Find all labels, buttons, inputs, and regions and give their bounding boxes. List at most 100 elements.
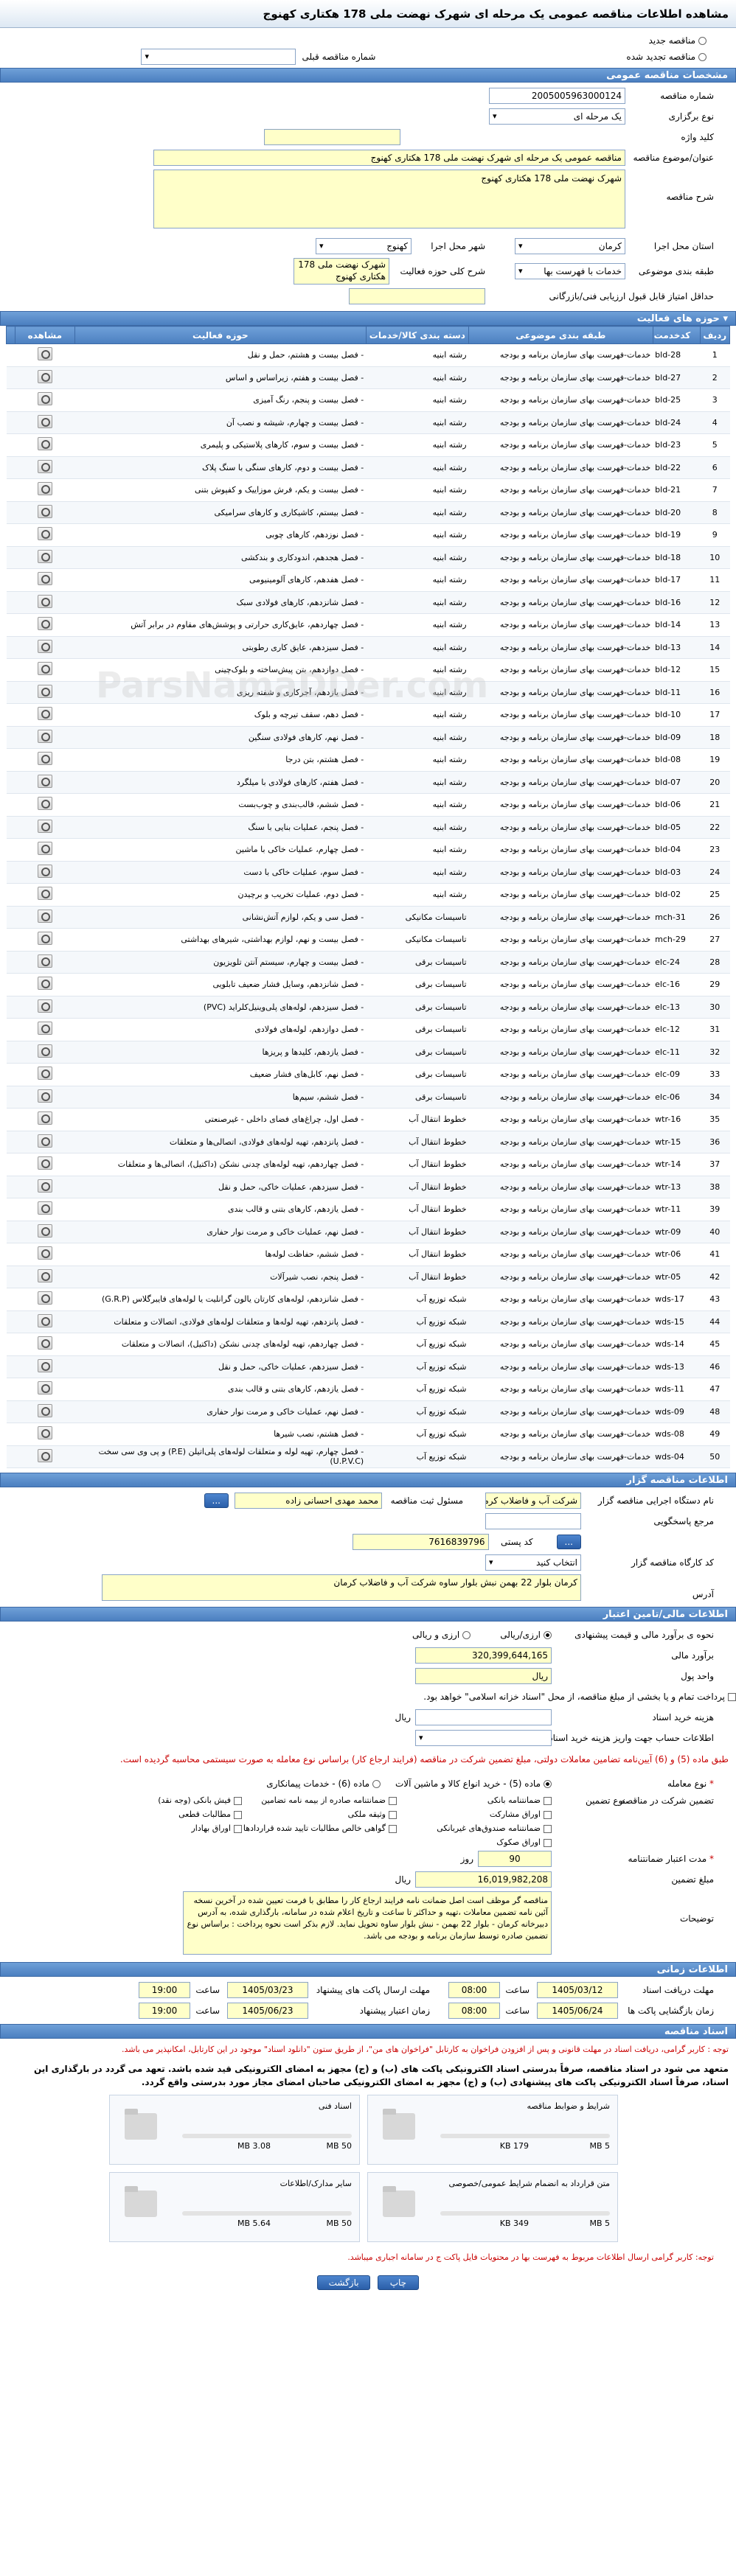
type-insurance[interactable]: ضمانتنامه صادره از بیمه نامه تضامین bbox=[242, 1795, 397, 1805]
min-score-field[interactable] bbox=[349, 288, 485, 304]
responsible-field[interactable]: محمد مهدی احسانی زاده bbox=[235, 1493, 382, 1509]
validity-field[interactable]: 90 bbox=[478, 1851, 552, 1867]
view-document-icon[interactable] bbox=[37, 1156, 52, 1170]
view-document-icon[interactable] bbox=[37, 549, 52, 563]
notes-field[interactable]: مناقصه گر موظف است اصل ضمانت نامه فرایند… bbox=[183, 1891, 552, 1955]
print-button[interactable]: چاپ bbox=[377, 2275, 419, 2290]
doc-start-time[interactable]: 08:00 bbox=[448, 1982, 500, 1998]
table-row[interactable]: 29 elc-16 خدمات-فهرست بهای سازمان برنامه و… bbox=[6, 973, 730, 996]
checkbox-icon[interactable] bbox=[544, 1838, 552, 1847]
checkbox-icon[interactable] bbox=[544, 1796, 552, 1805]
table-row[interactable]: 24 bld-03 خدمات-فهرست بهای سازمان برنامه و… bbox=[6, 861, 730, 884]
type-bonds[interactable]: اوراق مشارکت bbox=[397, 1809, 552, 1819]
currency-field[interactable]: ریال bbox=[415, 1668, 552, 1684]
province-select[interactable]: کرمان bbox=[515, 238, 625, 254]
table-row[interactable]: 48 wds-09 خدمات-فهرست بهای سازمان برنامه و… bbox=[6, 1400, 730, 1423]
description-field[interactable]: شهرک نهضت ملی 178 هکتاری کهنوج bbox=[153, 170, 625, 228]
radio-icon[interactable] bbox=[698, 52, 707, 61]
table-row[interactable]: 2 bld-27 خدمات-فهرست بهای سازمان برنامه و … bbox=[6, 366, 730, 389]
view-document-icon[interactable] bbox=[37, 1336, 52, 1350]
type-property[interactable]: وثیقه ملکی bbox=[242, 1809, 397, 1819]
table-row[interactable]: 32 elc-11 خدمات-فهرست بهای سازمان برنامه و… bbox=[6, 1041, 730, 1064]
view-document-icon[interactable] bbox=[37, 1111, 52, 1125]
table-row[interactable]: 37 wtr-14 خدمات-فهرست بهای سازمان برنامه و… bbox=[6, 1153, 730, 1176]
view-document-icon[interactable] bbox=[37, 1246, 52, 1260]
address-field[interactable]: کرمان بلوار 22 بهمن نبش بلوار ساوه شرکت … bbox=[102, 1574, 581, 1601]
view-document-icon[interactable] bbox=[37, 572, 52, 586]
view-document-icon[interactable] bbox=[37, 729, 52, 743]
view-document-icon[interactable] bbox=[37, 864, 52, 878]
type-securities[interactable]: اوراق بهادار bbox=[87, 1823, 242, 1833]
collapse-icon[interactable]: ▾ bbox=[720, 313, 728, 324]
table-row[interactable]: 17 bld-10 خدمات-فهرست بهای سازمان برنامه و… bbox=[6, 703, 730, 727]
open-time[interactable]: 08:00 bbox=[448, 2003, 500, 2019]
back-button[interactable]: بازگشت bbox=[317, 2275, 371, 2290]
view-document-icon[interactable] bbox=[37, 369, 52, 383]
estimate-opt1[interactable]: ارزی/ریالی bbox=[500, 1630, 552, 1640]
send-end-date[interactable]: 1405/03/23 bbox=[227, 1982, 308, 1998]
view-document-icon[interactable] bbox=[37, 1179, 52, 1193]
checkbox-icon[interactable] bbox=[544, 1824, 552, 1833]
view-document-icon[interactable] bbox=[37, 1358, 52, 1372]
prev-tender-select[interactable] bbox=[141, 49, 296, 65]
view-document-icon[interactable] bbox=[37, 1313, 52, 1327]
table-row[interactable]: 45 wds-14 خدمات-فهرست بهای سازمان برنامه و… bbox=[6, 1333, 730, 1356]
radio-icon[interactable] bbox=[698, 37, 707, 45]
col-code[interactable]: کدخدمت bbox=[652, 326, 701, 344]
view-document-icon[interactable] bbox=[37, 999, 52, 1013]
view-document-icon[interactable] bbox=[37, 1089, 52, 1103]
table-row[interactable]: 5 bld-23 خدمات-فهرست بهای سازمان برنامه و … bbox=[6, 433, 730, 457]
table-row[interactable]: 3 bld-25 خدمات-فهرست بهای سازمان برنامه و … bbox=[6, 388, 730, 412]
table-row[interactable]: 11 bld-17 خدمات-فهرست بهای سازمان برنامه و… bbox=[6, 568, 730, 592]
view-document-icon[interactable] bbox=[37, 909, 52, 923]
checkbox-icon[interactable] bbox=[389, 1810, 397, 1819]
view-document-icon[interactable] bbox=[37, 1448, 52, 1462]
view-document-icon[interactable] bbox=[37, 414, 52, 428]
table-row[interactable]: 25 bld-02 خدمات-فهرست بهای سازمان برنامه و… bbox=[6, 883, 730, 907]
cost-field[interactable] bbox=[415, 1709, 552, 1725]
view-document-icon[interactable] bbox=[37, 1044, 52, 1058]
reply-select-button[interactable]: ... bbox=[556, 1535, 581, 1549]
view-document-icon[interactable] bbox=[37, 797, 52, 811]
checkbox-icon[interactable] bbox=[389, 1796, 397, 1805]
view-document-icon[interactable] bbox=[37, 1403, 52, 1417]
table-row[interactable]: 46 wds-13 خدمات-فهرست بهای سازمان برنامه و… bbox=[6, 1355, 730, 1378]
table-row[interactable]: 49 wds-08 خدمات-فهرست بهای سازمان برنامه و… bbox=[6, 1423, 730, 1446]
view-document-icon[interactable] bbox=[37, 932, 52, 946]
table-row[interactable]: 1 bld-28 خدمات-فهرست بهای سازمان برنامه و … bbox=[6, 343, 730, 367]
col-group[interactable]: دسته بندی کالا/خدمات bbox=[365, 326, 470, 344]
checkbox-icon[interactable] bbox=[234, 1810, 242, 1819]
view-document-icon[interactable] bbox=[37, 459, 52, 473]
table-row[interactable]: 27 mch-29 خدمات-فهرست بهای سازمان برنامه و… bbox=[6, 928, 730, 952]
table-row[interactable]: 44 wds-15 خدمات-فهرست بهای سازمان برنامه و… bbox=[6, 1310, 730, 1333]
table-row[interactable]: 23 bld-04 خدمات-فهرست بهای سازمان برنامه و… bbox=[6, 838, 730, 862]
view-document-icon[interactable] bbox=[37, 1291, 52, 1305]
view-document-icon[interactable] bbox=[37, 1268, 52, 1282]
table-row[interactable]: 22 bld-05 خدمات-فهرست بهای سازمان برنامه و… bbox=[6, 816, 730, 839]
view-document-icon[interactable] bbox=[37, 527, 52, 541]
new-tender-option[interactable]: مناقصه جدید bbox=[0, 32, 707, 49]
table-row[interactable]: 47 wds-11 خدمات-فهرست بهای سازمان برنامه و… bbox=[6, 1378, 730, 1401]
view-document-icon[interactable] bbox=[37, 662, 52, 676]
valid-date[interactable]: 1405/06/23 bbox=[227, 2003, 308, 2019]
doc-tile-other[interactable]: سایر مدارک/اطلاعات 50 MB 5.64 MB bbox=[109, 2172, 360, 2242]
table-row[interactable]: 33 elc-09 خدمات-فهرست بهای سازمان برنامه و… bbox=[6, 1063, 730, 1086]
valid-time[interactable]: 19:00 bbox=[139, 2003, 190, 2019]
table-row[interactable]: 20 bld-07 خدمات-فهرست بهای سازمان برنامه و… bbox=[6, 771, 730, 794]
table-row[interactable]: 31 elc-12 خدمات-فهرست بهای سازمان برنامه و… bbox=[6, 1018, 730, 1041]
doc-tile-technical[interactable]: اسناد فنی 50 MB 3.08 MB bbox=[109, 2095, 360, 2165]
table-row[interactable]: 19 bld-08 خدمات-فهرست بهای سازمان برنامه و… bbox=[6, 748, 730, 772]
radio-icon[interactable] bbox=[462, 1631, 471, 1639]
view-document-icon[interactable] bbox=[37, 392, 52, 406]
table-row[interactable]: 18 bld-09 خدمات-فهرست بهای سازمان برنامه و… bbox=[6, 726, 730, 749]
view-document-icon[interactable] bbox=[37, 819, 52, 833]
renewed-tender-option[interactable]: مناقصه تجدید شده شماره مناقصه قبلی bbox=[0, 49, 707, 65]
view-document-icon[interactable] bbox=[37, 482, 52, 496]
bank-select[interactable] bbox=[415, 1730, 552, 1746]
col-category[interactable]: طبقه بندی موضوعی bbox=[468, 326, 653, 344]
table-row[interactable]: 40 wtr-09 خدمات-فهرست بهای سازمان برنامه و… bbox=[6, 1221, 730, 1243]
view-document-icon[interactable] bbox=[37, 887, 52, 901]
view-document-icon[interactable] bbox=[37, 1201, 52, 1215]
view-document-icon[interactable] bbox=[37, 842, 52, 856]
view-document-icon[interactable] bbox=[37, 954, 52, 968]
